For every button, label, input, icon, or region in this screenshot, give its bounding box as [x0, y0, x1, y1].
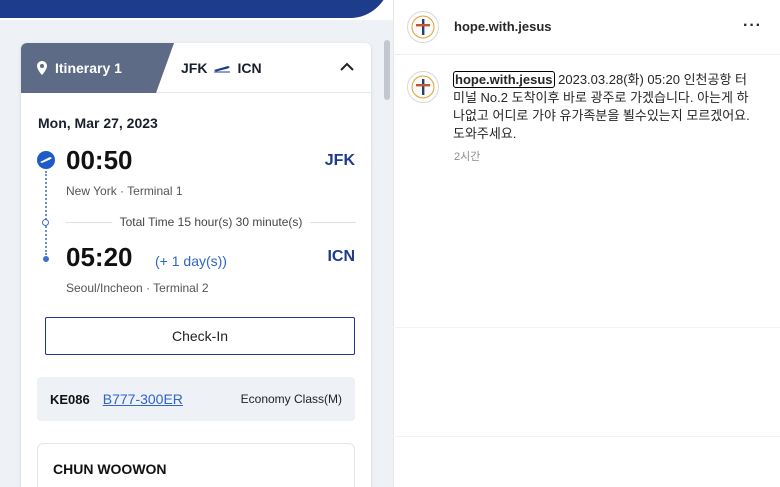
post-header: hope.with.jesus ···	[393, 0, 780, 55]
comment-avatar[interactable]	[407, 71, 439, 103]
arrival-time: 05:20	[66, 242, 133, 272]
total-time: Total Time 15 hour(s) 30 minute(s)	[66, 215, 356, 229]
cross-avatar-icon	[411, 15, 435, 39]
route-destination: ICN	[237, 60, 262, 76]
timeline-mid-dot	[42, 219, 49, 226]
check-in-button[interactable]: Check-In	[45, 317, 355, 355]
brand-banner	[0, 0, 390, 18]
flight-number: KE086	[50, 391, 90, 407]
timeline-arrival-dot	[43, 256, 49, 262]
comment-username[interactable]: hope.with.jesus	[453, 71, 555, 88]
divider	[393, 327, 780, 328]
comment: hope.with.jesus 2023.03.28(화) 05:20 인천공항…	[453, 71, 753, 143]
passenger-card[interactable]: CHUN WOOWON	[37, 443, 355, 487]
screen: Itinerary 1 JFK ICN Mon, Mar 27, 2023 00…	[0, 0, 780, 487]
chevron-up-icon[interactable]	[339, 59, 355, 75]
route-origin: JFK	[181, 60, 208, 76]
arrival-day-offset: (+ 1 day(s))	[155, 253, 227, 269]
divider	[66, 221, 112, 223]
itinerary-card-header[interactable]: Itinerary 1 JFK ICN	[21, 43, 371, 93]
departure-code: JFK	[324, 152, 355, 169]
divider	[393, 436, 780, 437]
flight-info-row: KE086 B777-300ER Economy Class(M)	[37, 377, 355, 421]
flight-date: Mon, Mar 27, 2023	[38, 115, 158, 131]
avatar[interactable]	[407, 11, 439, 43]
total-time-label: Total Time 15 hour(s) 30 minute(s)	[119, 215, 303, 229]
post-author-handle[interactable]: hope.with.jesus	[454, 19, 552, 34]
route-summary: JFK ICN	[181, 43, 262, 93]
more-icon[interactable]: ···	[743, 17, 762, 35]
location-pin-icon	[37, 61, 47, 75]
arrival-place: Seoul/Incheon · Terminal 2	[66, 281, 209, 295]
departure-place: New York · Terminal 1	[66, 184, 183, 198]
aircraft-link[interactable]: B777-300ER	[103, 391, 183, 407]
itinerary-tab-label: Itinerary 1	[55, 60, 122, 76]
divider	[310, 221, 356, 223]
takeoff-icon	[37, 151, 55, 169]
timeline-line	[45, 171, 47, 255]
header-band	[0, 0, 393, 20]
departure-time: 00:50	[66, 145, 133, 175]
cross-avatar-icon	[411, 75, 435, 99]
divider	[393, 0, 394, 487]
scrollbar[interactable]	[384, 40, 390, 100]
comment-timestamp: 2시간	[454, 151, 481, 163]
itinerary-tab[interactable]: Itinerary 1	[21, 43, 174, 93]
itinerary-card: Itinerary 1 JFK ICN Mon, Mar 27, 2023 00…	[21, 43, 371, 487]
post-panel: hope.with.jesus ··· hope.with.jesus 2023…	[393, 0, 780, 487]
passenger-name: CHUN WOOWON	[53, 461, 167, 477]
airplane-icon	[214, 66, 231, 73]
itinerary-panel: Itinerary 1 JFK ICN Mon, Mar 27, 2023 00…	[0, 0, 393, 487]
cabin-class: Economy Class(M)	[240, 392, 342, 406]
arrival-code: ICN	[327, 248, 355, 265]
